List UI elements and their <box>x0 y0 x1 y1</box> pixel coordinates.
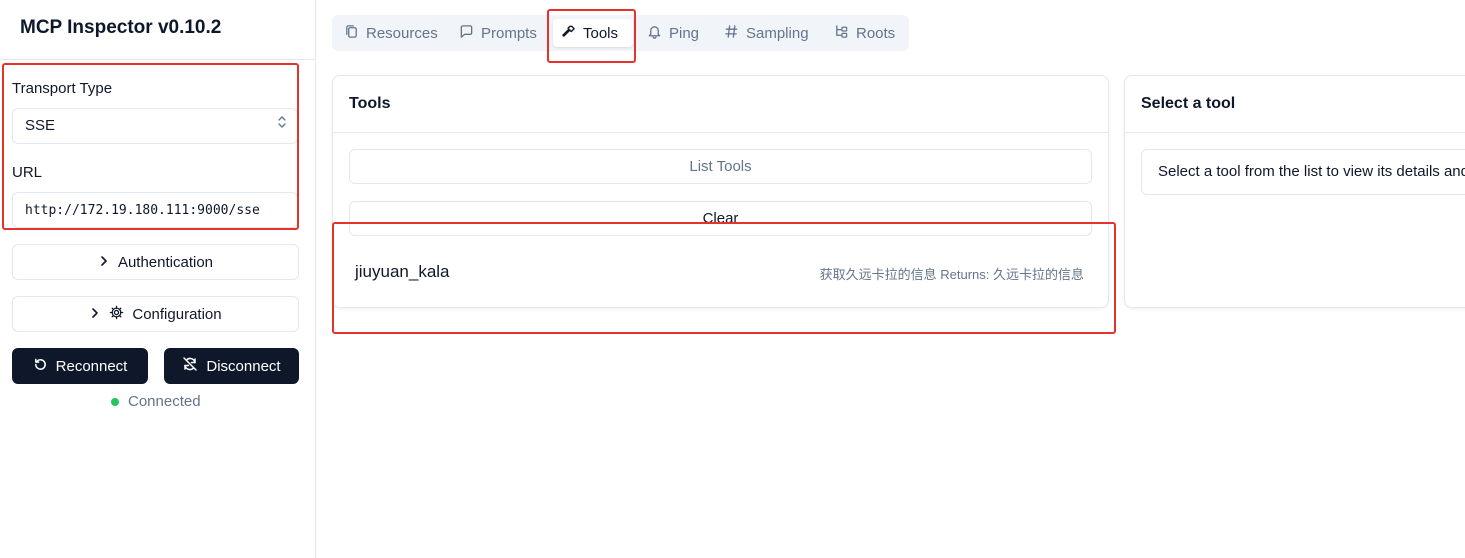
mcp-inspector-app: MCP Inspector v0.10.2 Transport Type SSE… <box>0 0 1465 558</box>
tab-label: Tools <box>583 24 619 42</box>
rotate-ccw-icon <box>33 357 48 376</box>
tab-label: Roots <box>856 24 896 42</box>
reconnect-button[interactable]: Reconnect <box>12 348 148 384</box>
status-dot-icon <box>111 397 119 406</box>
disconnect-label: Disconnect <box>206 357 281 375</box>
disconnect-button[interactable]: Disconnect <box>164 348 299 384</box>
tab-bar: Resources Prompts Tools Ping Sampling Ro… <box>332 15 909 51</box>
tab-roots[interactable]: Roots <box>826 19 903 47</box>
refresh-off-icon <box>182 356 198 376</box>
hammer-icon <box>561 24 576 43</box>
tool-description: 获取久远卡拉的信息 Returns: 久远卡拉的信息 <box>819 267 1084 282</box>
reconnect-label: Reconnect <box>55 357 128 375</box>
tab-prompts[interactable]: Prompts <box>451 19 545 47</box>
transport-type-label: Transport Type <box>12 80 113 97</box>
tab-tools[interactable]: Tools <box>553 19 633 47</box>
bell-icon <box>647 24 662 43</box>
url-input[interactable] <box>12 192 298 228</box>
chevron-right-icon <box>89 306 101 323</box>
tab-resources[interactable]: Resources <box>336 19 446 47</box>
tools-panel-title: Tools <box>349 95 391 112</box>
app-title: MCP Inspector v0.10.2 <box>20 17 222 38</box>
message-square-icon <box>459 24 474 43</box>
sidebar: MCP Inspector v0.10.2 Transport Type SSE… <box>0 0 316 558</box>
authentication-button[interactable]: Authentication <box>12 244 299 280</box>
authentication-label: Authentication <box>117 253 214 271</box>
configuration-button[interactable]: Configuration <box>12 296 299 332</box>
tab-ping[interactable]: Ping <box>639 19 707 47</box>
tab-label: Resources <box>366 24 438 42</box>
status-text: Connected <box>128 393 201 410</box>
connection-status: Connected <box>111 393 201 410</box>
tool-detail-panel: Select a tool Select a tool from the lis… <box>1124 75 1465 308</box>
transport-type-value: SSE <box>25 117 56 134</box>
tool-name: jiuyuan_kala <box>355 262 450 281</box>
sidebar-divider <box>0 59 315 60</box>
tab-sampling[interactable]: Sampling <box>716 19 817 47</box>
tab-label: Prompts <box>481 24 537 42</box>
configuration-label: Configuration <box>132 305 222 323</box>
list-tools-button[interactable]: List Tools <box>349 149 1092 184</box>
card-divider <box>333 132 1108 133</box>
chevron-right-icon <box>98 254 110 271</box>
tab-label: Ping <box>669 24 700 42</box>
clear-button[interactable]: Clear <box>349 201 1092 236</box>
card-divider <box>1125 132 1465 133</box>
chevron-up-down-icon <box>277 109 287 143</box>
transport-type-select[interactable]: SSE <box>12 108 298 144</box>
files-icon <box>344 24 359 43</box>
folder-tree-icon <box>834 24 849 43</box>
url-label: URL <box>12 164 43 181</box>
hash-icon <box>724 24 739 43</box>
gear-icon <box>109 305 124 324</box>
select-tool-hint: Select a tool from the list to view its … <box>1141 149 1465 195</box>
tab-label: Sampling <box>746 24 809 42</box>
detail-panel-title: Select a tool <box>1141 95 1236 112</box>
